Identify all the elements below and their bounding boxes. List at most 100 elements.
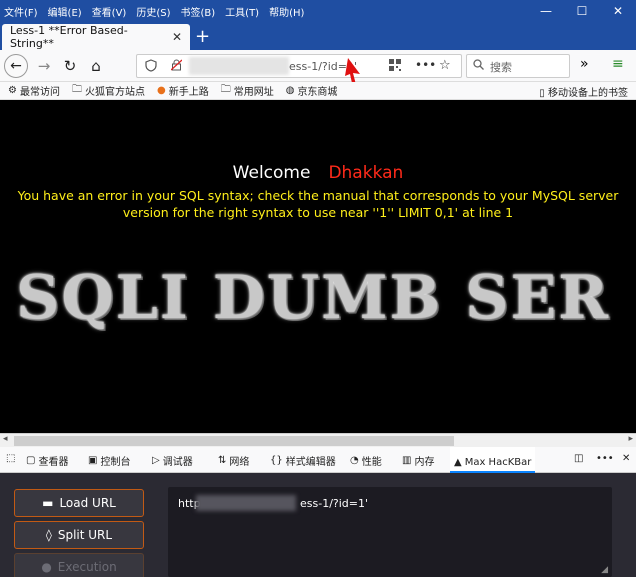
- reload-button[interactable]: ↻: [60, 55, 80, 77]
- button-label: Execution: [57, 560, 117, 574]
- devtools-more-icon[interactable]: •••: [596, 453, 614, 464]
- menu-history[interactable]: 历史(S): [136, 4, 170, 19]
- element-picker-icon[interactable]: ⬚: [6, 453, 15, 464]
- bookmark-label: 移动设备上的书签: [548, 88, 628, 99]
- shield-icon[interactable]: [145, 59, 157, 75]
- tab-max-hackbar[interactable]: ▲ Max HacKBar: [450, 447, 536, 473]
- menu-bar: 文件(F) 编辑(E) 查看(V) 历史(S) 书签(B) 工具(T) 帮助(H…: [0, 0, 636, 22]
- menu-bookmarks[interactable]: 书签(B): [181, 4, 216, 19]
- menu-items: 文件(F) 编辑(E) 查看(V) 历史(S) 书签(B) 工具(T) 帮助(H…: [4, 4, 304, 19]
- scroll-right-icon[interactable]: ▸: [628, 434, 633, 444]
- bookmarks-bar: ⚙ 最常访问 🗀 火狐官方站点 ● 新手上路 🗀 常用网址 ◍ 京东商城 ▯ 移…: [0, 82, 636, 100]
- hackbar-panel: ▬ Load URL ◊ Split URL ● Execution http …: [0, 473, 636, 577]
- bookmark-label: 火狐官方站点: [84, 87, 145, 98]
- bookmark-mobile[interactable]: ▯ 移动设备上的书签: [539, 84, 628, 99]
- welcome-name: Dhakkan: [328, 163, 404, 183]
- execution-button[interactable]: ● Execution: [14, 553, 144, 577]
- console-icon: ▣: [88, 455, 98, 466]
- dock-icon[interactable]: ◫: [574, 453, 583, 464]
- tab-close-icon[interactable]: ✕: [172, 30, 182, 44]
- url-suffix: ess-1/?id=1': [300, 497, 369, 510]
- menu-help[interactable]: 帮助(H): [269, 4, 304, 19]
- hamburger-menu-icon[interactable]: ≡: [612, 56, 624, 72]
- network-icon: ⇅: [218, 455, 227, 466]
- search-icon: [473, 59, 484, 73]
- scrollbar-thumb[interactable]: [14, 436, 454, 446]
- tab-debugger[interactable]: ▷ 调试器: [152, 453, 193, 468]
- tab-label: 内存: [414, 457, 435, 468]
- tab-label: 查看器: [38, 457, 69, 468]
- bookmark-star-icon[interactable]: ☆: [439, 58, 451, 73]
- performance-icon: ◔: [350, 455, 359, 466]
- close-window-button[interactable]: ✕: [600, 0, 636, 22]
- style-editor-icon: {}: [270, 455, 283, 466]
- new-tab-button[interactable]: +: [195, 26, 210, 47]
- split-url-button[interactable]: ◊ Split URL: [14, 521, 144, 549]
- tab-strip: Less-1 **Error Based- String** ✕ +: [0, 22, 636, 50]
- page-actions-icon[interactable]: •••: [415, 58, 436, 72]
- back-button[interactable]: ←: [4, 54, 28, 78]
- menu-edit[interactable]: 编辑(E): [48, 4, 82, 19]
- resize-handle-icon[interactable]: ◢: [601, 565, 608, 575]
- search-placeholder: 搜索: [490, 61, 512, 74]
- navigation-bar: ← → ↻ ⌂ ess-1/?id=1' ••• ☆ 搜索 » ≡: [0, 50, 636, 82]
- page-horizontal-scrollbar[interactable]: ◂ ▸: [0, 433, 636, 447]
- bookmark-label: 京东商城: [297, 87, 338, 98]
- bookmark-most-visited[interactable]: ⚙ 最常访问: [8, 83, 60, 98]
- tab-memory[interactable]: ▥ 内存: [402, 453, 434, 468]
- sqli-banner-logo: SQLI DUMB SER: [16, 263, 611, 333]
- forward-button[interactable]: →: [34, 55, 54, 77]
- bookmark-label: 最常访问: [19, 87, 60, 98]
- button-label: Split URL: [57, 528, 113, 542]
- folder-icon: 🗀: [220, 84, 231, 95]
- tab-inspector[interactable]: ▢ 查看器: [26, 453, 68, 468]
- tab-console[interactable]: ▣ 控制台: [88, 453, 130, 468]
- folder-icon: 🗀: [71, 84, 82, 95]
- maximize-button[interactable]: ☐: [564, 0, 600, 22]
- button-label: Load URL: [59, 496, 116, 510]
- url-redacted: [189, 57, 289, 75]
- url-redacted: [196, 495, 296, 511]
- welcome-heading: Welcome Dhakkan: [0, 163, 636, 183]
- tab-network[interactable]: ⇅ 网络: [218, 453, 249, 468]
- welcome-text: Welcome: [232, 163, 311, 183]
- hackbar-url-textarea[interactable]: http ess-1/?id=1' ◢: [168, 487, 612, 577]
- devtools-toolbar: ⬚ ▢ 查看器 ▣ 控制台 ▷ 调试器 ⇅ 网络 {} 样式编辑器 ◔ 性能 ▥ 内存 ▲ Ma…: [0, 447, 636, 473]
- bookmark-label: 新手上路: [168, 87, 209, 98]
- menu-tools[interactable]: 工具(T): [225, 4, 259, 19]
- page-viewport: Welcome Dhakkan You have an error in your…: [0, 100, 636, 433]
- devtools-close-icon[interactable]: ✕: [622, 453, 630, 464]
- window-controls: — ☐ ✕: [528, 0, 636, 22]
- menu-file[interactable]: 文件(F): [4, 4, 38, 19]
- bookmark-common-sites[interactable]: 🗀 常用网址: [221, 82, 274, 99]
- tab-performance[interactable]: ◔ 性能: [350, 453, 382, 468]
- scroll-left-icon[interactable]: ◂: [3, 434, 8, 444]
- mobile-icon: ▯: [539, 88, 545, 99]
- tab-label: 网络: [229, 457, 250, 468]
- toolbar-overflow-icon[interactable]: »: [580, 56, 589, 72]
- load-url-button[interactable]: ▬ Load URL: [14, 489, 144, 517]
- menu-view[interactable]: 查看(V): [92, 4, 127, 19]
- home-button[interactable]: ⌂: [86, 55, 106, 77]
- sql-error-message: You have an error in your SQL syntax; ch…: [17, 188, 619, 220]
- execute-icon: ●: [41, 560, 52, 574]
- split-icon: ◊: [45, 528, 52, 542]
- tab-style-editor[interactable]: {} 样式编辑器: [270, 453, 336, 468]
- memory-icon: ▥: [402, 455, 412, 466]
- hackbar-icon: ▲: [454, 456, 462, 468]
- search-box[interactable]: 搜索: [466, 54, 570, 78]
- bookmark-getting-started[interactable]: ● 新手上路: [157, 83, 209, 98]
- insecure-lock-icon[interactable]: [170, 59, 183, 74]
- load-icon: ▬: [42, 496, 54, 510]
- tab-active[interactable]: Less-1 **Error Based- String** ✕: [2, 24, 190, 50]
- bookmark-firefox-site[interactable]: 🗀 火狐官方站点: [72, 82, 145, 99]
- debugger-icon: ▷: [152, 455, 160, 466]
- tab-label: 性能: [361, 457, 382, 468]
- bookmark-label: 常用网址: [233, 87, 274, 98]
- qr-code-icon[interactable]: [389, 59, 401, 74]
- minimize-button[interactable]: —: [528, 0, 564, 22]
- tab-title: Less-1 **Error Based- String**: [10, 24, 128, 50]
- url-bar[interactable]: ess-1/?id=1' ••• ☆: [136, 54, 462, 78]
- gear-icon: ⚙: [8, 85, 17, 96]
- bookmark-jd[interactable]: ◍ 京东商城: [286, 83, 338, 98]
